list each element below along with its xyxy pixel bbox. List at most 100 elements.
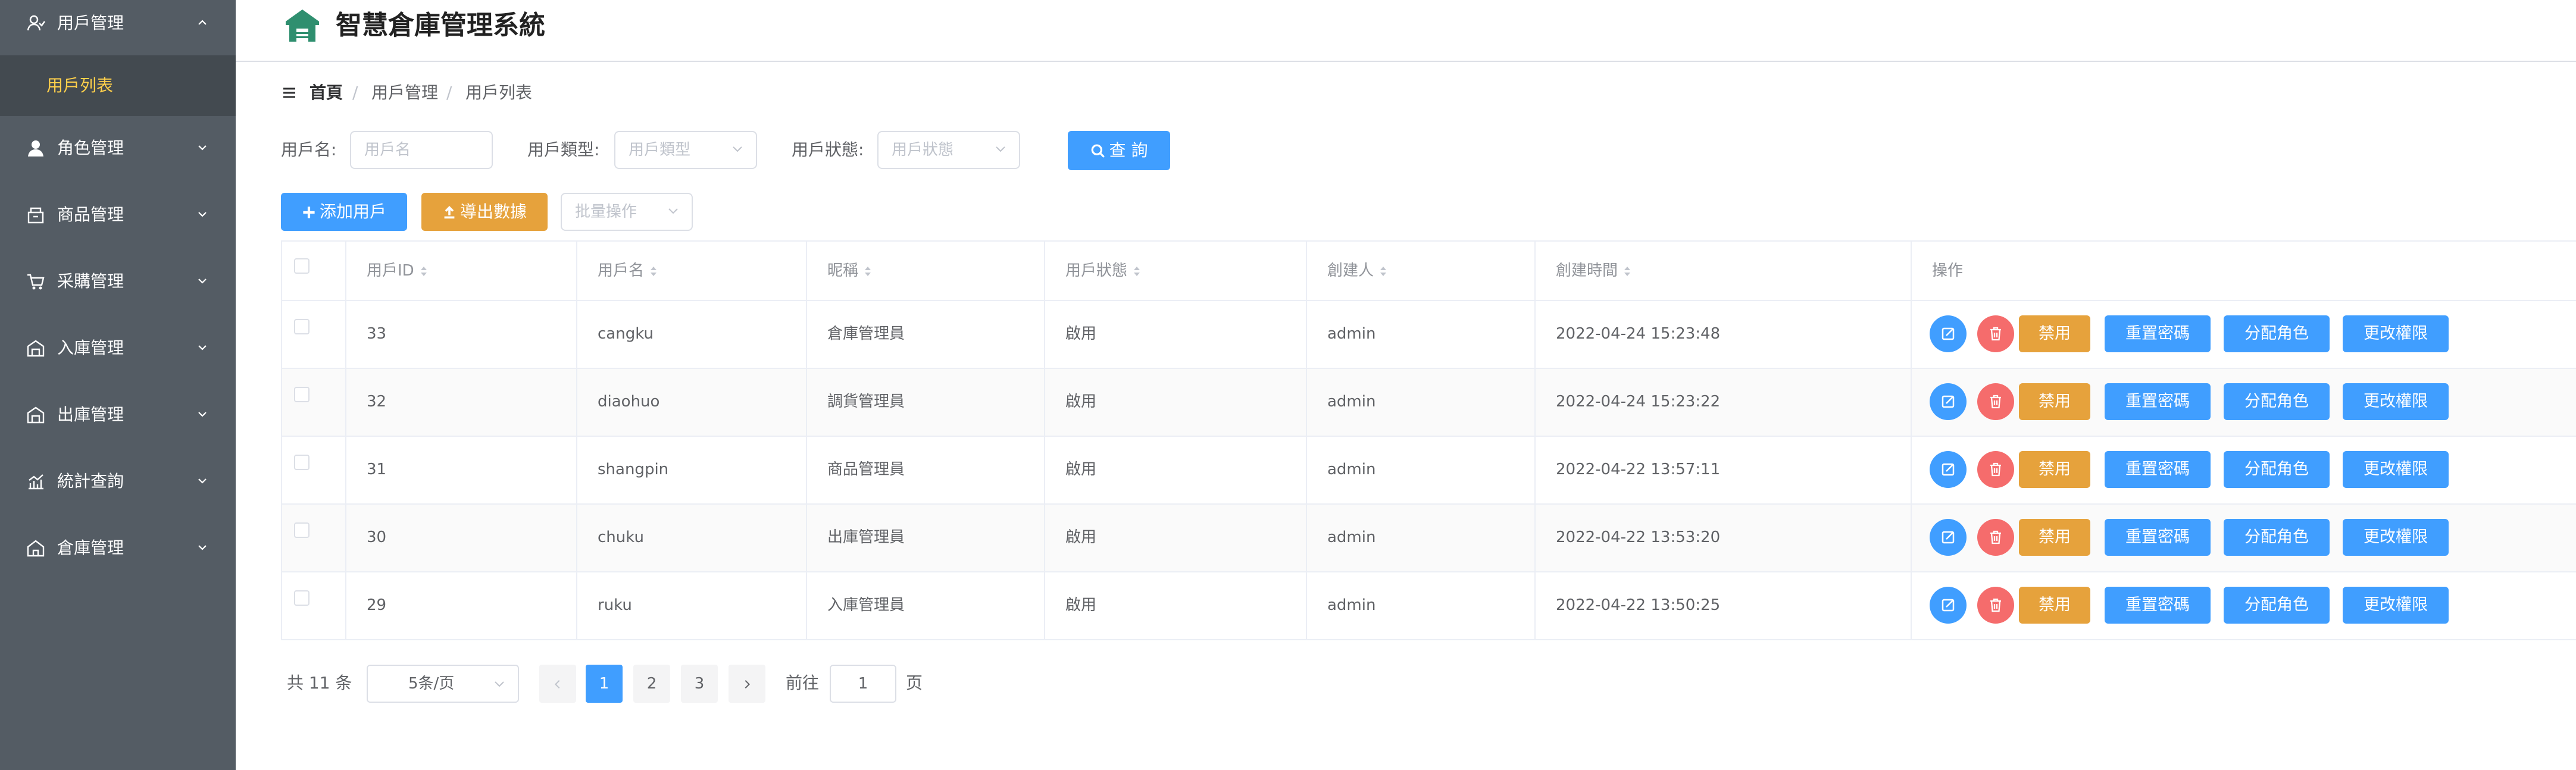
cell-nickname: 出庫管理員 xyxy=(807,505,1045,571)
edit-button[interactable] xyxy=(1930,383,1967,420)
breadcrumb-user-manage[interactable]: 用戶管理 xyxy=(371,81,438,105)
row-checkbox[interactable] xyxy=(294,522,310,538)
sort-icon[interactable] xyxy=(1378,264,1388,278)
username-value: diaohuo xyxy=(598,393,660,411)
edit-button[interactable] xyxy=(1930,451,1967,488)
header-created-time[interactable]: 創建時間 xyxy=(1536,242,1912,300)
row-checkbox[interactable] xyxy=(294,455,310,470)
page-button-1[interactable]: 1 xyxy=(586,665,623,703)
cell-created: 2022-04-22 13:57:11 xyxy=(1536,437,1912,503)
table-row: 32 diaohuo 調貨管理員 啟用 admin 2022-04-24 15:23:22… xyxy=(282,369,2576,437)
export-data-button[interactable]: 導出數據 xyxy=(421,193,548,231)
sidebar-item-inbound[interactable]: 入庫管理 xyxy=(0,315,236,381)
disable-button[interactable]: 禁用 xyxy=(2019,315,2090,352)
edit-button[interactable] xyxy=(1930,315,1967,352)
user-manage-icon xyxy=(27,15,45,31)
creator-value: admin xyxy=(1327,528,1376,546)
sort-icon[interactable] xyxy=(863,264,873,278)
delete-button[interactable] xyxy=(1977,519,2014,556)
header-user-id[interactable]: 用戶ID xyxy=(346,242,577,300)
page-size-select[interactable]: 5条/页 xyxy=(367,665,519,703)
header-nickname[interactable]: 昵稱 xyxy=(807,242,1045,300)
cell-nickname: 入庫管理員 xyxy=(807,572,1045,639)
row-select-cell xyxy=(282,505,346,571)
sidebar-item-goods[interactable]: 商品管理 xyxy=(0,182,236,248)
delete-button[interactable] xyxy=(1977,383,2014,420)
change-permission-button[interactable]: 更改權限 xyxy=(2343,519,2449,556)
reset-password-button[interactable]: 重置密碼 xyxy=(2105,383,2211,420)
stats-icon xyxy=(29,474,43,490)
search-button-label: 查 詢 xyxy=(1109,140,1148,160)
nickname-value: 出庫管理員 xyxy=(827,528,905,546)
breadcrumb-home[interactable]: 首頁 xyxy=(310,81,343,105)
user-status-select[interactable]: 用戶狀態 xyxy=(877,131,1020,169)
edit-button[interactable] xyxy=(1930,587,1967,624)
sidebar-item-role[interactable]: 角色管理 xyxy=(0,115,236,181)
batch-operation-select[interactable]: 批量操作 xyxy=(561,193,693,231)
assign-role-button[interactable]: 分配角色 xyxy=(2224,587,2330,624)
username-input[interactable]: 用戶名 xyxy=(350,131,493,169)
change-permission-button[interactable]: 更改權限 xyxy=(2343,383,2449,420)
header-label: 用戶名 xyxy=(598,262,645,280)
disable-button[interactable]: 禁用 xyxy=(2019,587,2090,624)
chevron-down-icon xyxy=(996,146,1005,152)
reset-password-button[interactable]: 重置密碼 xyxy=(2105,587,2211,624)
delete-button[interactable] xyxy=(1977,587,2014,624)
sidebar-item-label: 入庫管理 xyxy=(57,338,124,358)
assign-role-button[interactable]: 分配角色 xyxy=(2224,519,2330,556)
search-button[interactable]: 查 詢 xyxy=(1068,131,1170,170)
select-all-checkbox[interactable] xyxy=(294,258,310,274)
menu-icon[interactable] xyxy=(282,87,296,99)
user-type-select[interactable]: 用戶類型 xyxy=(614,131,757,169)
assign-role-button[interactable]: 分配角色 xyxy=(2224,383,2330,420)
cell-id: 32 xyxy=(346,369,577,436)
assign-role-button[interactable]: 分配角色 xyxy=(2224,451,2330,488)
sidebar-item-purchase[interactable]: 采購管理 xyxy=(0,249,236,314)
header-user-status[interactable]: 用戶狀態 xyxy=(1045,242,1307,300)
row-checkbox[interactable] xyxy=(294,387,310,402)
reset-password-button[interactable]: 重置密碼 xyxy=(2105,451,2211,488)
assign-role-button[interactable]: 分配角色 xyxy=(2224,315,2330,352)
page-button-3[interactable]: 3 xyxy=(681,665,718,703)
delete-button[interactable] xyxy=(1977,451,2014,488)
delete-button[interactable] xyxy=(1977,315,2014,352)
created-value: 2022-04-24 15:23:48 xyxy=(1556,325,1721,343)
row-checkbox[interactable] xyxy=(294,319,310,334)
trash-icon xyxy=(1990,327,2001,341)
page-button-2[interactable]: 2 xyxy=(633,665,670,703)
add-user-button[interactable]: 添加用戶 xyxy=(281,193,407,231)
disable-button[interactable]: 禁用 xyxy=(2019,383,2090,420)
username-value: chuku xyxy=(598,528,644,546)
header-username[interactable]: 用戶名 xyxy=(577,242,807,300)
sort-icon[interactable] xyxy=(1622,264,1632,278)
status-value: 啟用 xyxy=(1065,325,1097,343)
edit-button[interactable] xyxy=(1930,519,1967,556)
row-select-cell xyxy=(282,369,346,436)
next-page-button[interactable] xyxy=(729,665,765,703)
sort-icon[interactable] xyxy=(649,264,658,278)
sidebar-item-outbound[interactable]: 出庫管理 xyxy=(0,382,236,447)
change-permission-button[interactable]: 更改權限 xyxy=(2343,587,2449,624)
reset-password-button[interactable]: 重置密碼 xyxy=(2105,315,2211,352)
disable-button[interactable]: 禁用 xyxy=(2019,451,2090,488)
header-creator[interactable]: 創建人 xyxy=(1307,242,1536,300)
row-checkbox[interactable] xyxy=(294,590,310,606)
change-permission-button[interactable]: 更改權限 xyxy=(2343,451,2449,488)
change-permission-button[interactable]: 更改權限 xyxy=(2343,315,2449,352)
sidebar-item-warehouse[interactable]: 倉庫管理 xyxy=(0,515,236,581)
created-value: 2022-04-22 13:57:11 xyxy=(1556,461,1721,478)
chevron-up-icon xyxy=(198,20,207,25)
nickname-value: 商品管理員 xyxy=(827,461,905,478)
sidebar-item-stats[interactable]: 統計查詢 xyxy=(0,449,236,514)
sidebar-item-user-manage[interactable]: 用戶管理 xyxy=(0,0,236,56)
reset-password-button[interactable]: 重置密碼 xyxy=(2105,519,2211,556)
sidebar-subitem-user-list[interactable]: 用戶列表 xyxy=(0,55,236,116)
prev-page-button[interactable] xyxy=(539,665,576,703)
cell-creator: admin xyxy=(1307,369,1536,436)
username-value: shangpin xyxy=(598,461,669,478)
goto-page-input[interactable]: 1 xyxy=(830,665,896,703)
sort-icon[interactable] xyxy=(1132,264,1142,278)
disable-button[interactable]: 禁用 xyxy=(2019,519,2090,556)
sort-icon[interactable] xyxy=(419,264,429,278)
warehouse-logo-icon xyxy=(286,10,319,42)
